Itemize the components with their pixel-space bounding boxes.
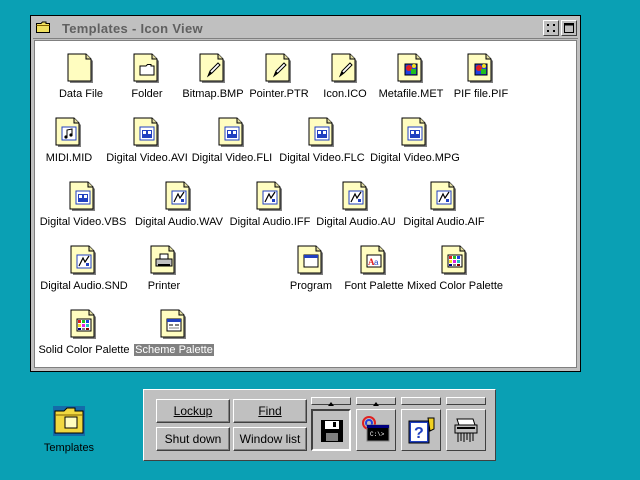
templates-folder-icon — [53, 406, 85, 436]
drives-icon — [321, 420, 343, 442]
desktop-folder-label: Templates — [43, 442, 95, 454]
drawer-tab-2[interactable] — [356, 397, 396, 406]
template-label: MIDI.MID — [45, 152, 93, 164]
template-item[interactable]: Scheme Palette — [114, 309, 234, 356]
template-label: PIF file.PIF — [453, 88, 509, 100]
shutdown-label: Shut down — [164, 432, 222, 446]
window-list-button[interactable]: Window list — [233, 427, 307, 451]
printer-icon — [104, 245, 224, 277]
svg-text:C:\>: C:\> — [370, 431, 385, 438]
lockup-label: Lockup — [173, 404, 213, 418]
template-item[interactable]: Printer — [104, 245, 224, 292]
help-button[interactable]: ? — [401, 409, 441, 451]
window-list-label: Window list — [239, 432, 301, 446]
drawer-tab-4[interactable] — [446, 397, 486, 405]
help-icon: ? — [408, 417, 435, 444]
folder-icon — [36, 21, 50, 33]
title-bar[interactable]: Templates - Icon View — [33, 18, 578, 39]
minimize-button[interactable] — [543, 20, 559, 36]
window-title: Templates - Icon View — [62, 21, 203, 36]
template-label: Digital Video.FLI — [191, 152, 273, 164]
svg-text:?: ? — [414, 425, 424, 442]
drawer-tab-3[interactable] — [401, 397, 441, 405]
icon-view-area[interactable]: Data File Folder Bitmap.BMP Pointer.PTR Icon… — [34, 40, 577, 368]
shutdown-button[interactable]: Shut down — [156, 427, 230, 451]
scheme-palette-icon — [114, 309, 234, 341]
template-label: Printer — [147, 280, 181, 292]
template-label: Mixed Color Palette — [407, 280, 503, 292]
maximize-icon — [564, 23, 574, 33]
drives-button[interactable] — [311, 409, 351, 451]
video-mpg-icon — [355, 117, 475, 149]
template-item[interactable]: Mixed Color Palette — [395, 245, 515, 292]
arrow-up-icon — [373, 402, 379, 406]
desktop-templates-folder[interactable]: Templates — [38, 402, 100, 454]
lockup-button[interactable]: Lockup — [156, 399, 230, 423]
arrow-up-icon — [328, 402, 334, 406]
template-label: Digital Audio.AIF — [403, 216, 485, 228]
launchpad[interactable]: Lockup Find Shut down Window list C:\> ? — [143, 389, 496, 461]
svg-text:a: a — [374, 258, 379, 267]
shredder-button[interactable] — [446, 409, 486, 451]
template-label: Scheme Palette — [134, 344, 214, 356]
template-item[interactable]: Digital Video.MPG — [355, 117, 475, 164]
find-button[interactable]: Find — [233, 399, 307, 423]
template-label: Digital Video.VBS — [39, 216, 127, 228]
os2-window-icon: C:\> — [362, 416, 390, 442]
mixed-color-palette-icon — [395, 245, 515, 277]
audio-aif-icon — [384, 181, 504, 213]
drawer-tab-1[interactable] — [311, 397, 351, 406]
template-label: Digital Video.FLC — [279, 152, 365, 164]
hide-icon — [547, 24, 555, 32]
template-label: Digital Video.MPG — [370, 152, 460, 164]
template-item[interactable]: Digital Audio.AIF — [384, 181, 504, 228]
templates-window[interactable]: Templates - Icon View Data File Folder Bit… — [30, 15, 581, 372]
maximize-button[interactable] — [561, 20, 577, 36]
find-label: Find — [258, 404, 282, 418]
pif-file-icon — [421, 53, 541, 85]
os2-window-button[interactable]: C:\> — [356, 409, 396, 451]
shredder-icon — [454, 418, 478, 442]
template-item[interactable]: PIF file.PIF — [421, 53, 541, 100]
